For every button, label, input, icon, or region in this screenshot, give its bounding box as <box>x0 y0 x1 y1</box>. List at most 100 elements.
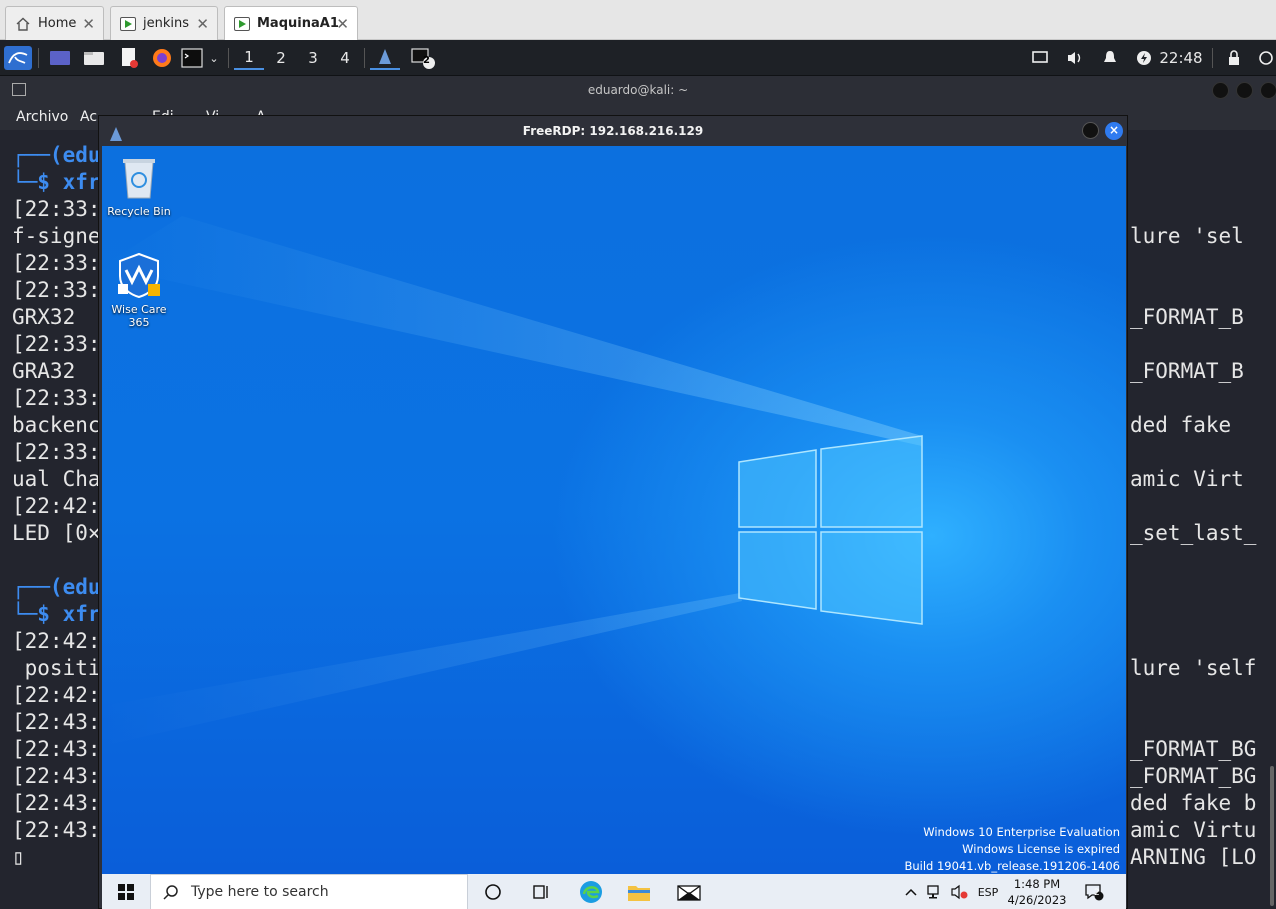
action-center-icon[interactable]: 2 <box>1080 874 1108 909</box>
chevron-down-icon[interactable]: ⌄ <box>206 46 222 70</box>
recycle-bin-icon <box>123 159 155 199</box>
terminal-line: ▯ <box>12 845 25 869</box>
maximize-button[interactable] <box>1236 82 1253 99</box>
close-icon[interactable]: ✕ <box>196 15 209 33</box>
panel-clock[interactable]: 22:48 <box>1158 46 1204 70</box>
terminal-line: [22:33: <box>12 386 101 410</box>
close-icon[interactable]: ✕ <box>336 15 349 33</box>
terminal-line: [22:33: <box>12 278 101 302</box>
file-manager-icon[interactable] <box>82 46 106 70</box>
network-icon[interactable] <box>924 874 946 909</box>
power-icon[interactable] <box>1134 46 1154 70</box>
show-desktop-icon[interactable] <box>48 46 72 70</box>
logout-icon[interactable] <box>1256 46 1276 70</box>
menu-acciones[interactable]: Ac <box>80 109 97 125</box>
taskbar-search-box[interactable]: Type here to search <box>150 874 468 909</box>
wise-care-desktop-icon[interactable]: Wise Care 365 <box>102 252 178 329</box>
task-count-badge: 2 <box>423 55 430 66</box>
workspace-4[interactable]: 4 <box>330 46 360 70</box>
terminal-title-text: eduardo@kali: ~ <box>587 83 689 97</box>
terminal-line-tail: ARNING [LO <box>1130 845 1257 869</box>
freerdp-task-icon[interactable] <box>370 46 400 70</box>
kali-panel: ⌄ 1 2 3 4 2 22:48 <box>0 40 1276 76</box>
terminal-line: GRA32 <box>12 359 76 383</box>
vm-tab-strip: Home ✕ jenkins ✕ MaquinaA1 ✕ <box>0 0 1276 40</box>
terminal-line: ual Cha <box>12 467 101 491</box>
screen: Home ✕ jenkins ✕ MaquinaA1 ✕ ⌄ 1 2 3 4 2… <box>0 0 1276 909</box>
terminal-line: [22:33: <box>12 332 101 356</box>
terminal-line: └─$ xfr <box>12 602 101 626</box>
workspace-1[interactable]: 1 <box>234 46 264 70</box>
workspace-2[interactable]: 2 <box>266 46 296 70</box>
watermark-line: Windows 10 Enterprise Evaluation <box>923 825 1120 839</box>
show-hidden-icons-chevron-icon[interactable] <box>902 874 920 909</box>
terminal-line: [22:33: <box>12 440 101 464</box>
terminal-line-tail: _FORMAT_B <box>1130 305 1244 329</box>
text-editor-icon[interactable] <box>117 46 141 70</box>
cortana-icon[interactable] <box>480 880 506 904</box>
display-icon[interactable] <box>1030 46 1050 70</box>
terminal-line: f-signe <box>12 224 101 248</box>
tab-maquinaa1[interactable]: MaquinaA1 ✕ <box>224 6 358 40</box>
recycle-bin-desktop-icon[interactable]: Recycle Bin <box>102 154 178 218</box>
windows-start-icon <box>118 884 134 900</box>
terminal-line: [22:42: <box>12 683 101 707</box>
notification-count-badge: 2 <box>1094 888 1100 898</box>
terminal-line-tail: lure 'self <box>1130 656 1257 680</box>
freerdp-title-text: FreeRDP: 192.168.216.129 <box>522 124 704 138</box>
windows-logo <box>738 435 923 625</box>
lock-icon[interactable] <box>1224 46 1244 70</box>
terminal-line-tail: _FORMAT_B <box>1130 359 1244 383</box>
vm-icon <box>119 16 137 32</box>
terminal-line: [22:43: <box>12 818 101 842</box>
input-language-indicator[interactable]: ESP <box>974 874 1002 909</box>
wallpaper-beams <box>102 216 923 746</box>
terminal-line-tail: ded fake <box>1130 413 1232 437</box>
search-placeholder: Type here to search <box>191 884 329 900</box>
close-button[interactable]: × <box>1105 122 1123 140</box>
terminal-line-tail: amic Virtu <box>1130 818 1257 842</box>
close-button[interactable] <box>1260 82 1276 99</box>
tab-label: Home <box>38 16 77 31</box>
terminal-scrollbar[interactable] <box>1270 766 1274 906</box>
menu-archivo[interactable]: Archivo <box>16 109 68 125</box>
file-explorer-icon[interactable] <box>626 880 652 904</box>
tab-label: jenkins <box>143 16 190 31</box>
terminal-line: ┌──(edu <box>12 143 101 167</box>
terminal-task-icon[interactable]: 2 <box>410 46 438 70</box>
kali-menu-icon[interactable] <box>4 46 32 70</box>
start-button[interactable] <box>102 874 150 909</box>
workspace-3[interactable]: 3 <box>298 46 328 70</box>
watermark-line: Build 19041.vb_release.191206-1406 <box>904 859 1120 873</box>
terminal-line: positi <box>12 656 101 680</box>
terminal-line: └─$ xfr <box>12 170 101 194</box>
minimize-button[interactable] <box>1082 122 1099 139</box>
taskbar-clock[interactable]: 1:48 PM 4/26/2023 <box>1002 876 1072 908</box>
terminal-line-tail: lure 'sel <box>1130 224 1244 248</box>
volume-muted-icon[interactable] <box>948 874 970 909</box>
edge-icon[interactable] <box>578 880 604 904</box>
terminal-line: ┌──(edu <box>12 575 101 599</box>
firefox-icon[interactable] <box>150 46 174 70</box>
minimize-button[interactable] <box>1212 82 1229 99</box>
terminal-icon[interactable] <box>180 46 204 70</box>
volume-icon[interactable] <box>1064 46 1086 70</box>
notification-bell-icon[interactable] <box>1100 46 1120 70</box>
freerdp-titlebar: FreeRDP: 192.168.216.129 <box>99 116 1127 146</box>
taskbar-time: 1:48 PM <box>1013 877 1061 891</box>
tab-jenkins[interactable]: jenkins ✕ <box>110 6 218 40</box>
terminal-line-tail: amic Virt <box>1130 467 1244 491</box>
terminal-line-tail: ded fake b <box>1130 791 1257 815</box>
mail-icon[interactable] <box>676 880 702 904</box>
desktop-icon-label: Recycle Bin <box>107 205 171 218</box>
windows-desktop[interactable]: Recycle Bin Wise Care 365 Windows 10 Ent… <box>102 146 1126 874</box>
terminal-line: [22:42: <box>12 494 101 518</box>
taskbar-date: 4/26/2023 <box>1007 893 1067 907</box>
terminal-line-tail: _FORMAT_BG <box>1130 764 1257 788</box>
task-view-icon[interactable] <box>528 880 554 904</box>
close-icon[interactable]: ✕ <box>82 15 95 33</box>
terminal-line: backenc <box>12 413 101 437</box>
search-icon <box>163 885 178 900</box>
terminal-line: GRX32 <box>12 305 76 329</box>
tab-home[interactable]: Home ✕ <box>5 6 104 40</box>
